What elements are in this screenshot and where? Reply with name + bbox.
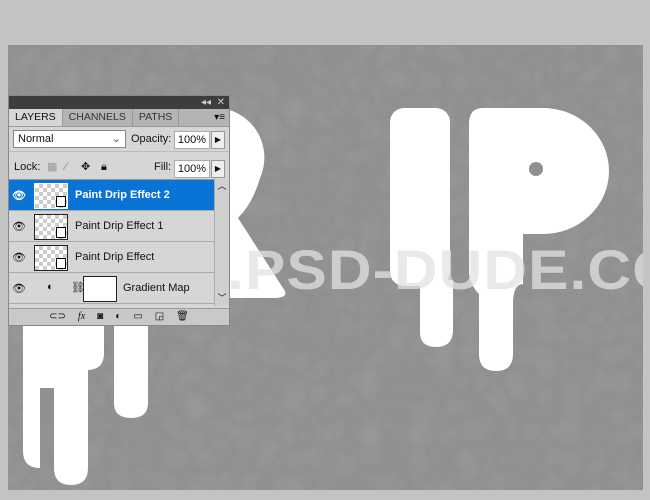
- blend-mode-value: Normal: [18, 133, 54, 145]
- smart-object-thumbnail: [34, 245, 68, 271]
- fill-label: Fill:: [154, 161, 172, 173]
- scroll-up-icon[interactable]: ︿: [215, 179, 229, 192]
- layer-name: Paint Drip Effect: [75, 251, 155, 263]
- layer-row[interactable]: 👁︎ ◐ ⛓︎ Gradient Map: [9, 273, 217, 304]
- fill-input[interactable]: 100%: [174, 160, 210, 178]
- lock-label: Lock:: [14, 161, 41, 173]
- opacity-label: Opacity:: [131, 133, 172, 145]
- layer-name: Paint Drip Effect 2: [75, 189, 170, 201]
- lock-brush-icon[interactable]: ⁄: [65, 156, 67, 178]
- adjustment-layer-icon: ◐: [47, 281, 54, 293]
- panel-tabs: LAYERS CHANNELS PATHS ▾≡: [9, 109, 229, 127]
- adjustment-icon[interactable]: ◐: [115, 309, 121, 325]
- lock-move-icon[interactable]: ✥: [81, 156, 90, 178]
- panel-title-bar[interactable]: ◂◂ ✕: [9, 96, 229, 109]
- layer-name: Gradient Map: [123, 282, 190, 294]
- layer-row[interactable]: [9, 304, 217, 307]
- opacity-slider-button[interactable]: ▶: [211, 131, 225, 149]
- panel-toolbar: ⊂⊃ fx ◙ ◐ ▭ ◲ 🗑︎: [9, 308, 229, 325]
- tab-channels[interactable]: CHANNELS: [63, 109, 133, 126]
- eye-icon[interactable]: 👁︎: [12, 251, 26, 264]
- add-mask-icon[interactable]: ◙: [97, 309, 103, 325]
- layer-row[interactable]: 👁︎ Paint Drip Effect 1: [9, 211, 217, 242]
- tab-paths[interactable]: PATHS: [133, 109, 180, 126]
- close-icon[interactable]: ✕: [217, 96, 225, 109]
- fx-icon[interactable]: fx: [78, 309, 85, 325]
- fill-slider-button[interactable]: ▶: [211, 160, 225, 178]
- new-layer-icon[interactable]: ◲: [155, 309, 164, 325]
- layer-name: Paint Drip Effect 1: [75, 220, 164, 232]
- new-group-icon[interactable]: ▭: [133, 309, 142, 325]
- smart-object-thumbnail: [34, 214, 68, 240]
- opacity-input[interactable]: 100%: [174, 131, 210, 149]
- layers-panel: ◂◂ ✕ LAYERS CHANNELS PATHS ▾≡ Normal ⌄ Op…: [8, 95, 230, 326]
- trash-icon[interactable]: 🗑︎: [176, 309, 189, 325]
- layer-row[interactable]: 👁︎ Paint Drip Effect: [9, 242, 217, 273]
- layer-row[interactable]: 👁︎ Paint Drip Effect 2: [9, 180, 217, 211]
- lock-transparency-icon[interactable]: ▦: [47, 156, 57, 178]
- layers-scrollbar[interactable]: ︿ ﹀: [214, 179, 229, 306]
- tab-layers[interactable]: LAYERS: [9, 109, 63, 126]
- scroll-down-icon[interactable]: ﹀: [215, 291, 229, 304]
- chevron-down-icon: ⌄: [111, 133, 121, 145]
- panel-menu-icon[interactable]: ▾≡: [214, 109, 225, 126]
- eye-icon[interactable]: 👁︎: [12, 220, 26, 233]
- layer-mask-thumbnail: [83, 276, 117, 302]
- layers-list: 👁︎ Paint Drip Effect 2 👁︎ Paint Drip Eff…: [9, 179, 217, 307]
- eye-icon[interactable]: 👁︎: [12, 282, 26, 295]
- lock-all-icon[interactable]: 🔒︎: [101, 156, 107, 178]
- collapse-icon[interactable]: ◂◂: [201, 96, 211, 109]
- link-layers-icon[interactable]: ⊂⊃: [49, 309, 66, 325]
- eye-icon[interactable]: 👁︎: [12, 189, 26, 202]
- smart-object-thumbnail: [34, 183, 68, 209]
- blend-mode-select[interactable]: Normal ⌄: [13, 130, 126, 148]
